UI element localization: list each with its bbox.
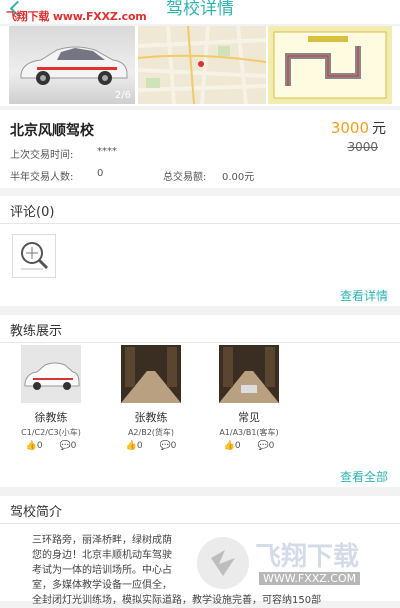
price-unit: 元 bbox=[372, 121, 386, 137]
view-all-link[interactable]: 查看全部 bbox=[340, 468, 388, 485]
coach-votes: 👍0 💬0 bbox=[106, 441, 196, 451]
coach-photo bbox=[121, 345, 181, 403]
watermark-logo: 飞翔下载 WWW.FXXZ.COM bbox=[193, 528, 393, 598]
route-diagram-illustration bbox=[268, 26, 392, 104]
gallery-counter: 2/6 bbox=[114, 90, 131, 101]
coach-photo bbox=[21, 345, 81, 403]
coach-name: 张教练 bbox=[134, 411, 168, 424]
price-value: 3000 bbox=[330, 119, 369, 137]
view-detail-link[interactable]: 查看详情 bbox=[340, 287, 388, 304]
watermark-url: WWW.FXXZ.COM bbox=[259, 572, 361, 585]
comment-search-icon bbox=[12, 234, 56, 278]
total-amount-label: 总交易额: bbox=[163, 172, 207, 183]
intro-title: 驾校简介 bbox=[10, 505, 63, 520]
thumbs-up-icon[interactable]: 👍 bbox=[126, 441, 137, 451]
watermark-brand: 飞翔下载 bbox=[255, 542, 360, 572]
coach-card[interactable]: 常见 A1/A3/B1(客车) 👍0 💬0 bbox=[204, 345, 294, 451]
watermark-text: 飞翔下载 www.FXXZ.com bbox=[6, 10, 147, 23]
coach-photo bbox=[219, 345, 279, 403]
half-year-count-label: 半年交易人数: bbox=[10, 172, 74, 183]
car-illustration bbox=[20, 46, 128, 85]
coaches-section: 教练展示 徐教练 C1/C2/C3(小车) 👍0 💬0 张教练 A2/B2(货车… bbox=[0, 315, 400, 487]
map-image[interactable] bbox=[138, 26, 266, 104]
coach-license-types: A2/B2(货车) bbox=[127, 428, 175, 437]
current-price: 3000 元 bbox=[331, 118, 386, 138]
comment-icon[interactable]: 💬 bbox=[159, 441, 170, 451]
last-trade-label: 上次交易时间: bbox=[10, 150, 74, 161]
comments-title: 评论(0) bbox=[10, 205, 55, 220]
image-gallery[interactable]: 2/6 bbox=[0, 26, 400, 106]
coach-name: 常见 bbox=[238, 411, 260, 424]
divider bbox=[0, 342, 400, 343]
comment-icon[interactable]: 💬 bbox=[59, 441, 70, 451]
upvote-count: 0 bbox=[36, 441, 43, 451]
coaches-title: 教练展示 bbox=[10, 324, 63, 339]
coach-votes: 👍0 💬0 bbox=[6, 441, 96, 451]
school-car-photo[interactable]: 2/6 bbox=[9, 26, 135, 104]
upvote-count: 0 bbox=[136, 441, 143, 451]
last-trade-value: **** bbox=[97, 146, 117, 157]
coach-license-types: C1/C2/C3(小车) bbox=[21, 428, 81, 437]
school-info-card: 北京风顺驾校 3000 元 3000 上次交易时间: **** 半年交易人数: 0… bbox=[0, 110, 400, 188]
top-bar: 驾校详情 飞翔下载 www.FXXZ.com bbox=[0, 0, 400, 24]
comment-icon[interactable]: 💬 bbox=[257, 441, 268, 451]
downvote-count: 0 bbox=[70, 441, 77, 451]
downvote-count: 0 bbox=[268, 441, 275, 451]
coach-card[interactable]: 张教练 A2/B2(货车) 👍0 💬0 bbox=[106, 345, 196, 451]
thumbs-up-icon[interactable]: 👍 bbox=[26, 441, 37, 451]
school-name: 北京风顺驾校 bbox=[10, 123, 94, 139]
coach-card[interactable]: 徐教练 C1/C2/C3(小车) 👍0 💬0 bbox=[6, 345, 96, 451]
total-amount-value: 0.00元 bbox=[222, 172, 255, 183]
coach-license-types: A1/A3/B1(客车) bbox=[219, 428, 279, 437]
coach-name: 徐教练 bbox=[34, 411, 68, 424]
exam-route-diagram[interactable] bbox=[268, 26, 392, 104]
upvote-count: 0 bbox=[234, 441, 241, 451]
coach-votes: 👍0 💬0 bbox=[204, 441, 294, 451]
original-price: 3000 bbox=[347, 140, 378, 154]
downvote-count: 0 bbox=[170, 441, 177, 451]
map-illustration bbox=[138, 26, 266, 104]
thumbs-up-icon[interactable]: 👍 bbox=[224, 441, 235, 451]
divider bbox=[0, 223, 400, 224]
half-year-count-value: 0 bbox=[97, 168, 104, 179]
divider bbox=[0, 523, 400, 524]
comments-section: 评论(0) 查看详情 bbox=[0, 196, 400, 306]
